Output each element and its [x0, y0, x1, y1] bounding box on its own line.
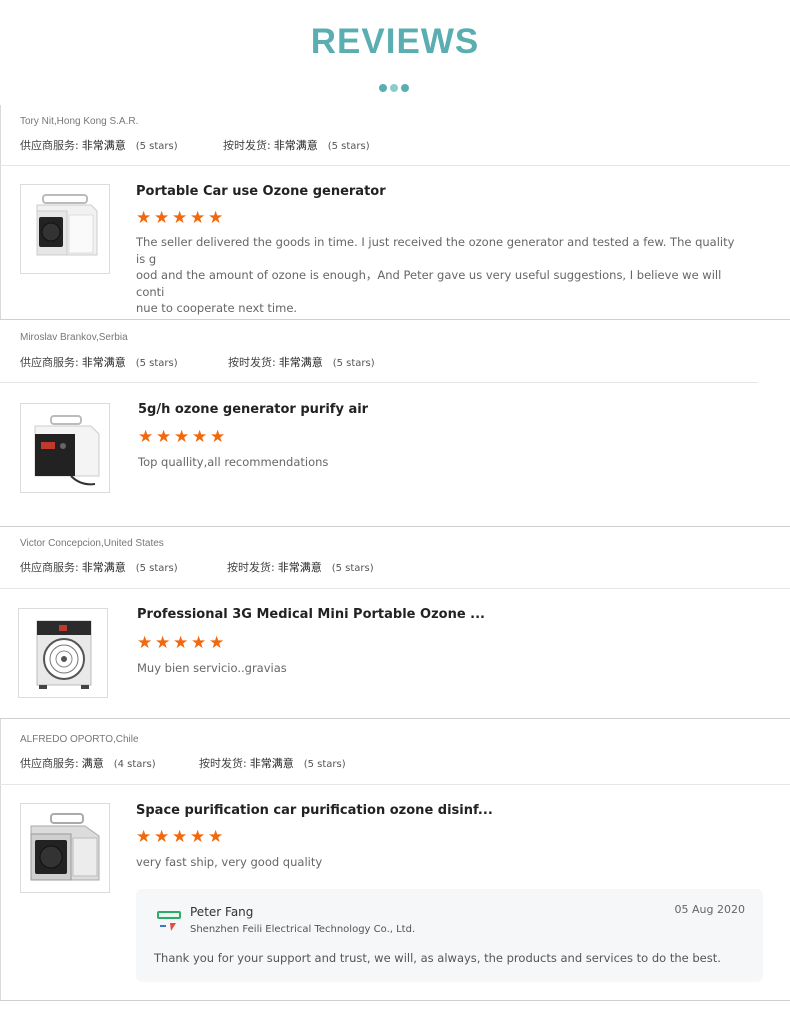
shipping-value: 非常满意 [273, 139, 318, 152]
service-label: 供应商服务: [20, 561, 79, 574]
star-icon: ★ [136, 827, 152, 847]
service-value: 非常满意 [81, 139, 126, 152]
page-title: REVIEWS [310, 22, 480, 61]
star-icon: ★ [209, 633, 225, 653]
star-rating: ★ ★ ★ ★ ★ [136, 208, 224, 228]
product-image[interactable] [20, 403, 110, 493]
star-icon: ★ [138, 427, 154, 447]
white-box-ozone-generator-icon [36, 194, 98, 256]
shipping-label: 按时发货: [223, 139, 271, 152]
divider [0, 588, 790, 589]
seller-reply: Peter Fang Shenzhen Feili Electrical Tec… [136, 889, 763, 982]
service-stars: (4 stars) [113, 759, 156, 770]
review-card: Tory Nit,Hong Kong S.A.R. 供应商服务: 非常满意 (5 s… [0, 105, 790, 320]
rating-summary: 供应商服务: 非常满意 (5 stars) 按时发货: 非常满意 (5 stars) [20, 559, 374, 575]
service-label: 供应商服务: [20, 757, 79, 770]
star-icon: ★ [136, 208, 152, 228]
card-border [0, 105, 1, 320]
review-comment: Muy bien servicio..gravias [137, 661, 287, 675]
service-value: 满意 [81, 757, 104, 770]
comment-line: nue to cooperate next time. [136, 301, 298, 315]
fan-ozone-generator-icon [36, 620, 92, 689]
star-icon: ★ [192, 427, 208, 447]
review-comment: Top quallity,all recommendations [138, 455, 329, 469]
star-icon: ★ [154, 208, 170, 228]
shipping-stars: (5 stars) [303, 759, 346, 770]
star-icon: ★ [208, 208, 224, 228]
reviews-header: REVIEWS [0, 0, 790, 105]
product-title[interactable]: Space purification car purification ozon… [136, 803, 493, 818]
shipping-label: 按时发货: [199, 757, 247, 770]
star-rating: ★ ★ ★ ★ ★ [136, 827, 224, 847]
divider [0, 382, 758, 383]
reviewer-name: Miroslav Brankov,Serbia [20, 332, 128, 343]
dot-icon [390, 84, 398, 92]
card-border [0, 1000, 790, 1001]
star-icon: ★ [190, 827, 206, 847]
reviewer-name: Victor Concepcion,United States [20, 538, 164, 549]
comment-line: The seller delivered the goods in time. … [136, 235, 735, 266]
star-icon: ★ [173, 633, 189, 653]
rating-summary: 供应商服务: 非常满意 (5 stars) 按时发货: 非常满意 (5 stars) [20, 354, 375, 370]
service-value: 非常满意 [81, 356, 126, 369]
divider [0, 784, 790, 785]
rating-summary: 供应商服务: 非常满意 (5 stars) 按时发货: 非常满意 (5 stars) [20, 137, 370, 153]
shipping-value: 非常满意 [277, 561, 322, 574]
dot-icon [379, 84, 387, 92]
service-label: 供应商服务: [20, 356, 79, 369]
review-comment: The seller delivered the goods in time. … [136, 234, 736, 317]
reply-author: Peter Fang [190, 905, 254, 919]
shipping-label: 按时发货: [227, 561, 275, 574]
silver-ozone-generator-icon [30, 813, 100, 881]
star-icon: ★ [210, 427, 226, 447]
shipping-label: 按时发货: [228, 356, 276, 369]
rating-summary: 供应商服务: 满意 (4 stars) 按时发货: 非常满意 (5 stars) [20, 755, 346, 771]
shipping-stars: (5 stars) [332, 358, 375, 369]
reviewer-name: ALFREDO OPORTO,Chile [20, 734, 139, 745]
star-rating: ★ ★ ★ ★ ★ [137, 633, 225, 653]
service-stars: (5 stars) [135, 141, 178, 152]
service-stars: (5 stars) [135, 358, 178, 369]
dot-icon [401, 84, 409, 92]
star-icon: ★ [155, 633, 171, 653]
service-value: 非常满意 [81, 561, 126, 574]
comment-line: ood and the amount of ozone is enough，An… [136, 268, 722, 299]
service-label: 供应商服务: [20, 139, 79, 152]
review-comment: very fast ship, very good quality [136, 855, 323, 869]
title-decoration-dots [379, 84, 409, 92]
star-icon: ★ [172, 827, 188, 847]
service-stars: (5 stars) [135, 563, 178, 574]
product-title[interactable]: Portable Car use Ozone generator [136, 184, 386, 199]
divider [0, 165, 790, 166]
star-icon: ★ [191, 633, 207, 653]
white-ozone-generator-with-display-icon [34, 415, 100, 486]
star-icon: ★ [137, 633, 153, 653]
star-icon: ★ [156, 427, 172, 447]
shipping-stars: (5 stars) [331, 563, 374, 574]
star-icon: ★ [208, 827, 224, 847]
star-icon: ★ [172, 208, 188, 228]
product-title[interactable]: 5g/h ozone generator purify air [138, 402, 368, 417]
product-title[interactable]: Professional 3G Medical Mini Portable Oz… [137, 607, 485, 622]
product-image[interactable] [18, 608, 108, 698]
shipping-value: 非常满意 [278, 356, 323, 369]
company-logo-icon [157, 911, 181, 931]
star-icon: ★ [174, 427, 190, 447]
reply-text: Thank you for your support and trust, we… [154, 951, 721, 965]
shipping-value: 非常满意 [249, 757, 294, 770]
star-rating: ★ ★ ★ ★ ★ [138, 427, 226, 447]
product-image[interactable] [20, 803, 110, 893]
shipping-stars: (5 stars) [327, 141, 370, 152]
reviewer-name: Tory Nit,Hong Kong S.A.R. [20, 116, 139, 127]
reply-company: Shenzhen Feili Electrical Technology Co.… [190, 924, 416, 935]
review-card: Miroslav Brankov,Serbia 供应商服务: 非常满意 (5 sta… [0, 320, 790, 527]
reply-date: 05 Aug 2020 [674, 903, 745, 916]
review-card: Victor Concepcion,United States 供应商服务: 非常… [0, 527, 790, 719]
star-icon: ★ [190, 208, 206, 228]
product-image[interactable] [20, 184, 110, 274]
star-icon: ★ [154, 827, 170, 847]
card-border [0, 719, 1, 1001]
